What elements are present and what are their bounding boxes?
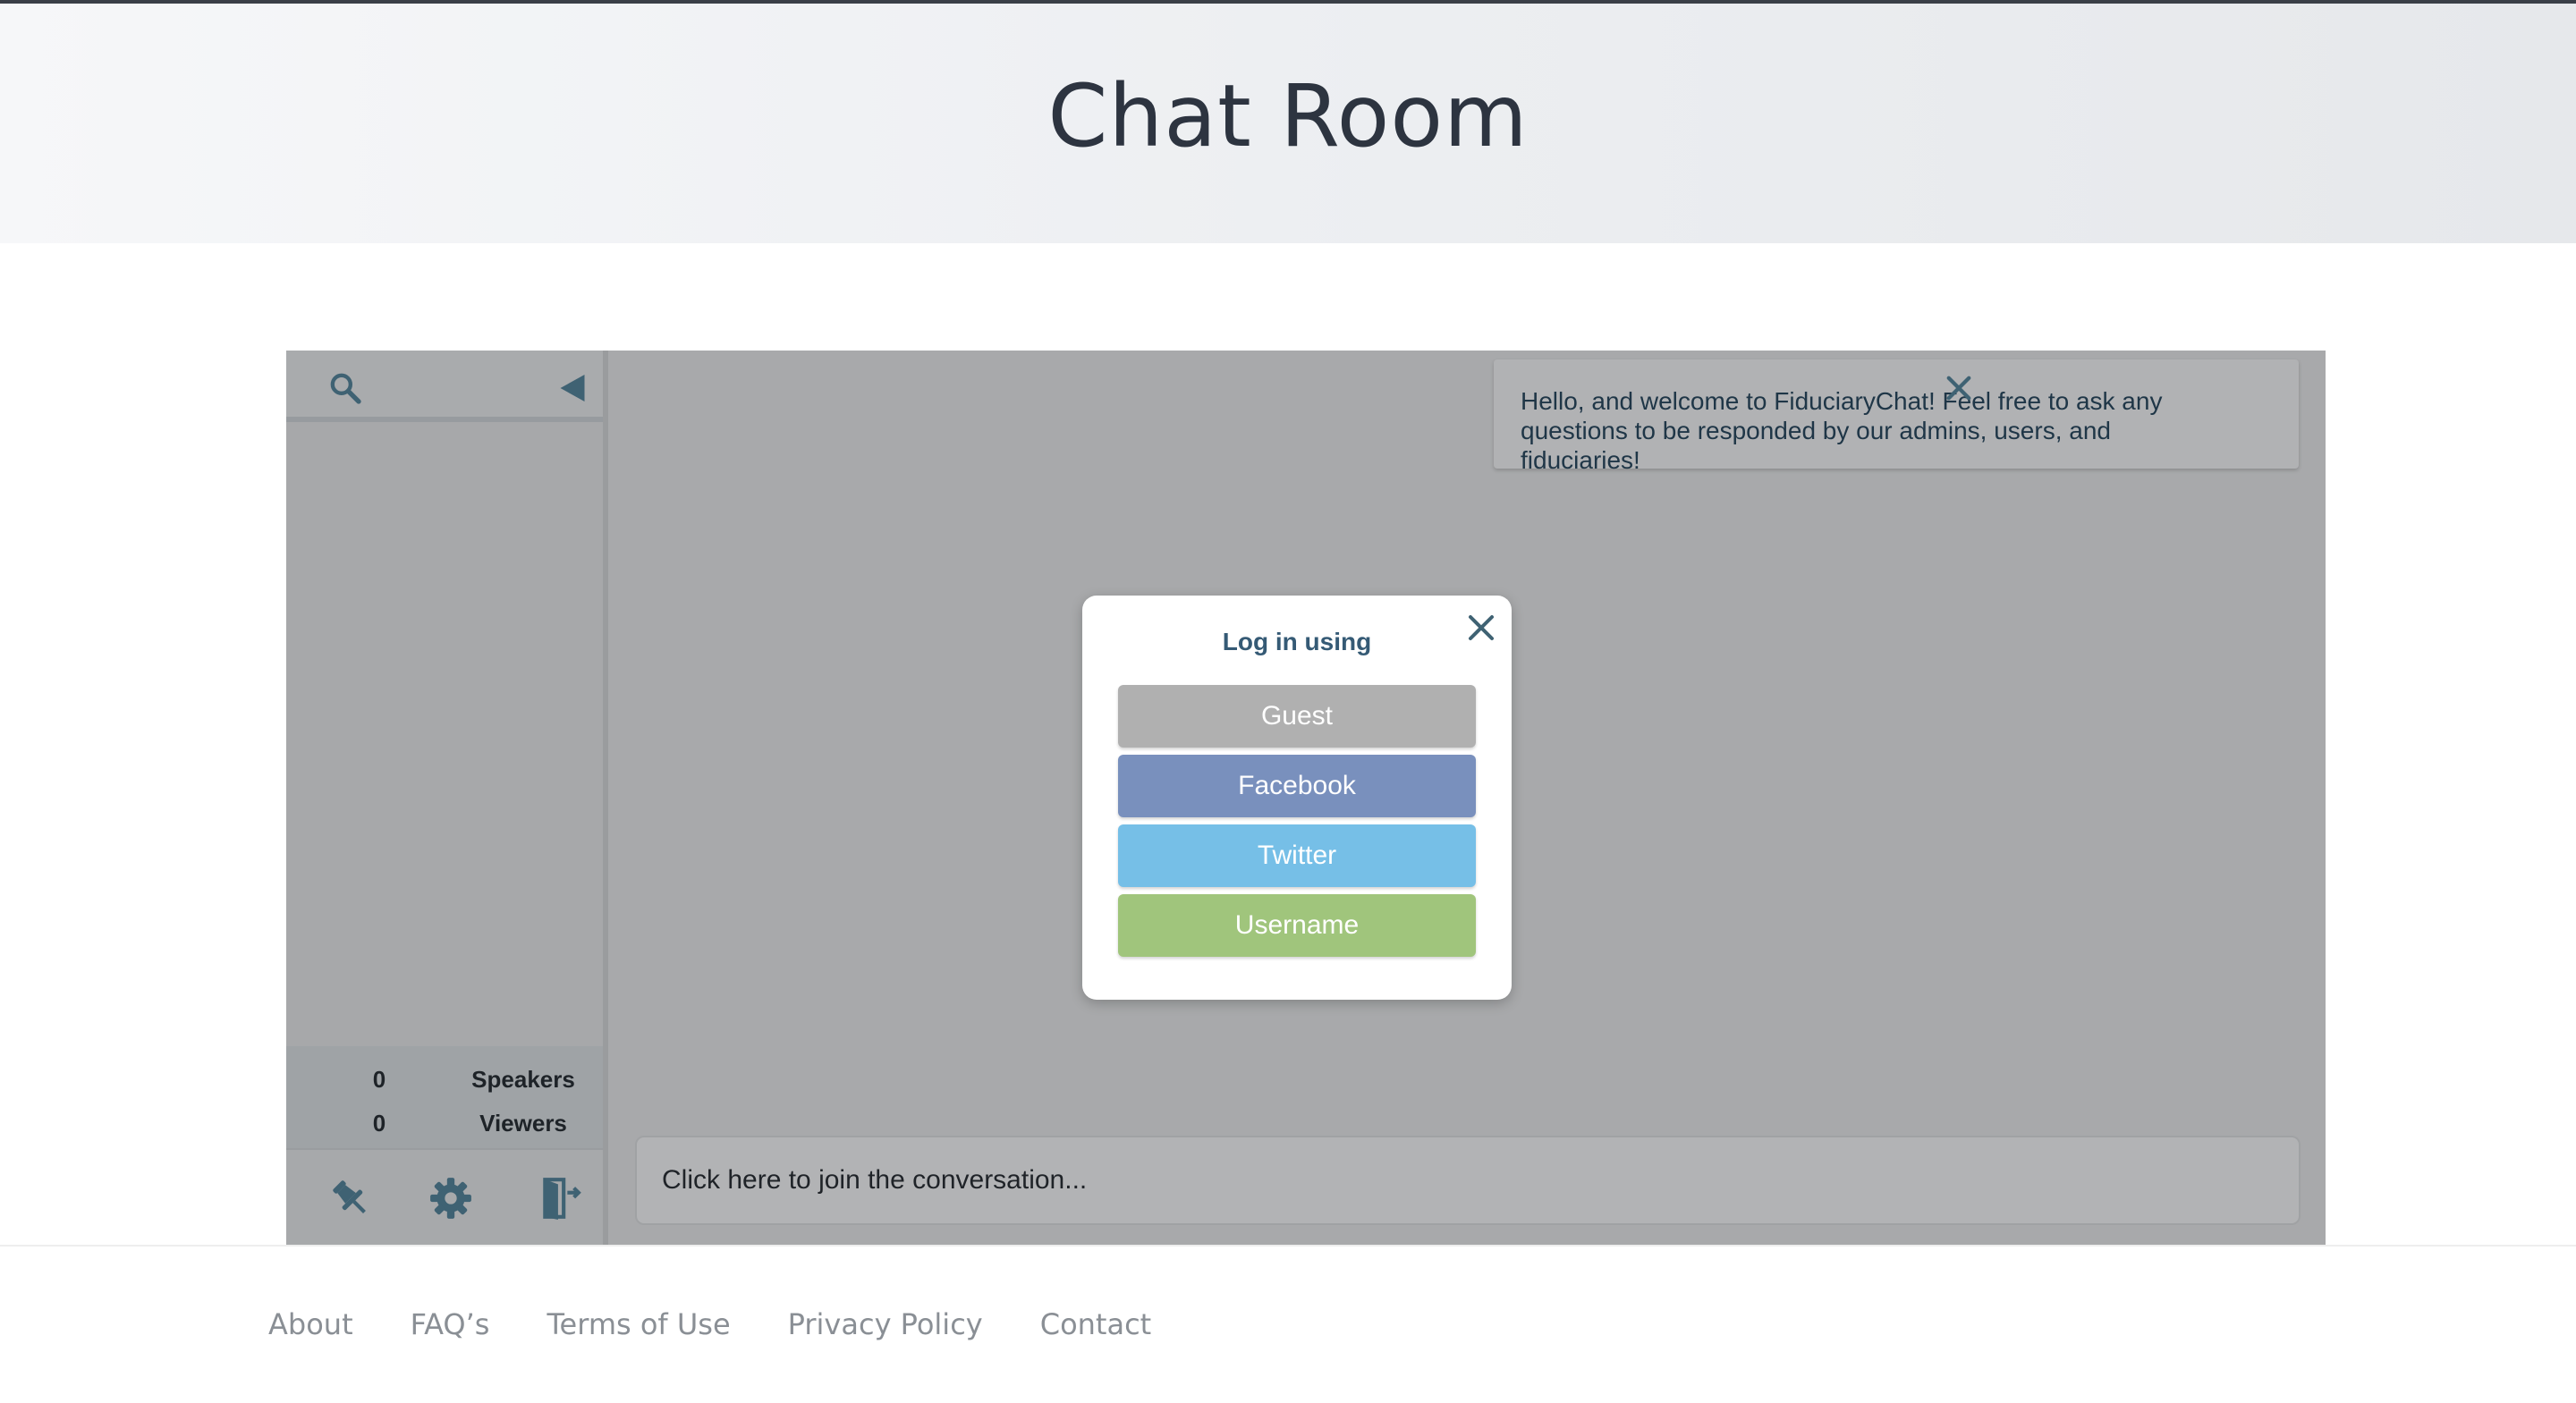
collapse-sidebar-icon[interactable] (551, 367, 594, 410)
login-modal-title: Log in using (1222, 628, 1372, 655)
close-icon[interactable] (1939, 368, 1979, 408)
sidebar-tools (286, 1148, 603, 1245)
participant-stats: 0 Speakers 0 Viewers (286, 1046, 603, 1148)
footer-link-privacy[interactable]: Privacy Policy (788, 1307, 983, 1341)
footer-link-faqs[interactable]: FAQ’s (411, 1307, 490, 1341)
speakers-label: Speakers (471, 1066, 575, 1093)
username-login-button[interactable]: Username (1118, 894, 1476, 957)
welcome-notice: Hello, and welcome to FiduciaryChat! Fee… (1494, 359, 2299, 474)
close-icon[interactable] (1462, 608, 1501, 647)
search-icon[interactable] (324, 367, 367, 410)
footer-link-about[interactable]: About (268, 1307, 353, 1341)
user-sidebar: 0 Speakers 0 Viewers (286, 351, 608, 1245)
page-footer: About FAQ’s Terms of Use Privacy Policy … (0, 1245, 2576, 1403)
viewers-label: Viewers (479, 1110, 567, 1137)
welcome-notice-text: Hello, and welcome to FiduciaryChat! Fee… (1521, 387, 2163, 474)
join-conversation-input[interactable] (635, 1136, 2301, 1225)
facebook-login-button[interactable]: Facebook (1118, 755, 1476, 817)
page-header: Chat Room (0, 4, 2576, 243)
gear-icon[interactable] (424, 1171, 478, 1225)
exit-door-icon[interactable] (533, 1171, 587, 1225)
footer-nav: About FAQ’s Terms of Use Privacy Policy … (268, 1307, 1151, 1341)
viewers-count: 0 (372, 1110, 386, 1137)
page-title: Chat Room (1047, 66, 1529, 166)
twitter-login-button[interactable]: Twitter (1118, 824, 1476, 887)
pushpin-icon[interactable] (324, 1171, 377, 1225)
login-modal: Log in using Guest Facebook Twitter User… (1082, 596, 1512, 1000)
footer-link-contact[interactable]: Contact (1040, 1307, 1152, 1341)
speakers-count: 0 (372, 1066, 386, 1093)
chat-widget: 0 Speakers 0 Viewers Hello, and welcome … (286, 351, 2326, 1245)
guest-login-button[interactable]: Guest (1118, 685, 1476, 748)
viewers-stat: 0 Viewers (286, 1103, 603, 1146)
sidebar-toolbar (286, 351, 603, 422)
footer-link-terms[interactable]: Terms of Use (547, 1307, 730, 1341)
speakers-stat: 0 Speakers (286, 1059, 603, 1103)
